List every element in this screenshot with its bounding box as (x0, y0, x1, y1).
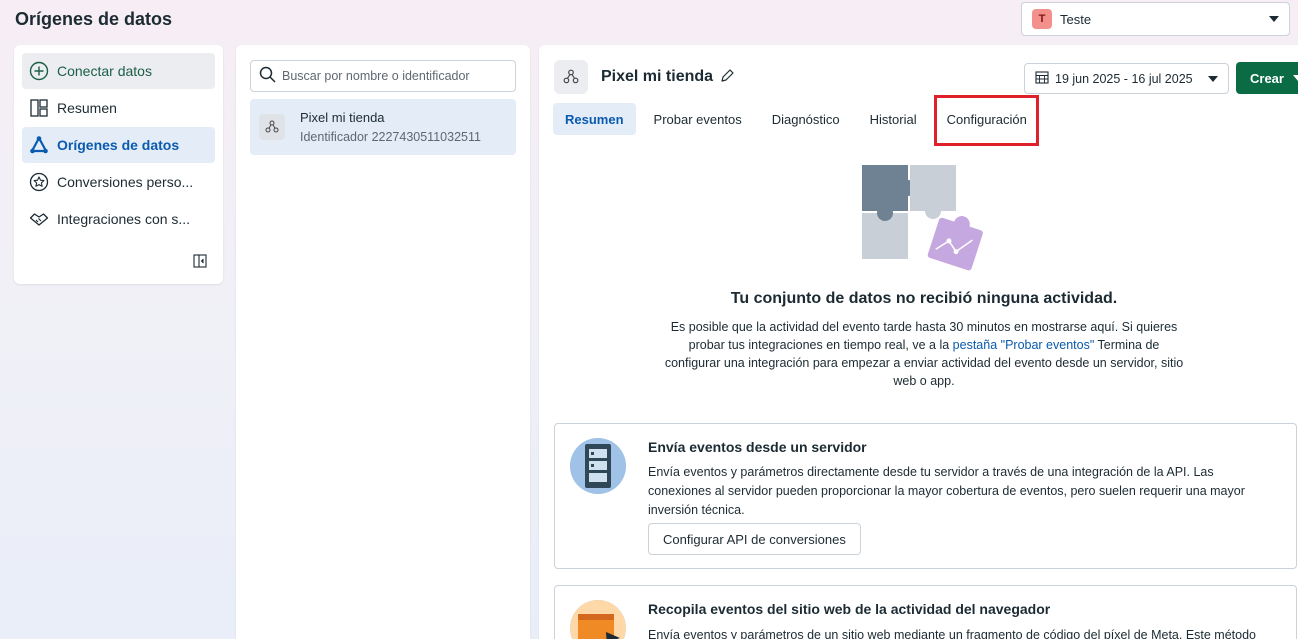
search-input[interactable] (282, 69, 507, 83)
server-icon (570, 438, 626, 494)
dataset-name: Pixel mi tienda (300, 110, 385, 125)
chevron-down-icon (1292, 75, 1298, 81)
empty-state-description: Es posible que la actividad del evento t… (664, 318, 1184, 390)
card-title: Recopila eventos del sitio web de la act… (648, 601, 1051, 617)
sidebar-item-label: Orígenes de datos (57, 137, 180, 153)
tab-diagnostics[interactable]: Diagnóstico (760, 103, 852, 135)
card-title: Envía eventos desde un servidor (648, 439, 867, 455)
card-description: Envía eventos y parámetros de un sitio w… (648, 628, 1256, 639)
highlight-annotation (934, 95, 1039, 146)
tab-history[interactable]: Historial (858, 103, 929, 135)
sidebar-item-partner-integrations[interactable]: Integraciones con s... (22, 201, 215, 237)
test-events-link[interactable]: pestaña "Probar eventos" (953, 338, 1095, 352)
sidebar-item-custom-conversions[interactable]: Conversiones perso... (22, 164, 215, 200)
configure-conversions-api-button[interactable]: Configurar API de conversiones (648, 523, 861, 555)
server-events-card: Envía eventos desde un servidor Envía ev… (554, 423, 1297, 569)
sidebar-item-connect-data[interactable]: Conectar datos (22, 53, 215, 89)
date-range-picker[interactable]: 19 jun 2025 - 16 jul 2025 (1024, 63, 1229, 94)
sidebar-item-overview[interactable]: Resumen (22, 90, 215, 126)
star-circle-icon (28, 171, 50, 193)
browser-icon (570, 600, 626, 639)
empty-state-title: Tu conjunto de datos no recibió ninguna … (730, 290, 1118, 307)
create-button[interactable]: Crear (1236, 62, 1298, 94)
puzzle-illustration (860, 163, 990, 278)
tab-test-events[interactable]: Probar eventos (642, 103, 754, 135)
data-sources-icon (28, 134, 50, 156)
collapse-sidebar-icon[interactable] (193, 254, 207, 268)
dashboard-icon (28, 97, 50, 119)
dataset-title: Pixel mi tienda (601, 68, 714, 85)
date-range-text: 19 jun 2025 - 16 jul 2025 (1055, 71, 1193, 86)
page-title: Orígenes de datos (15, 9, 173, 29)
calendar-icon (1035, 70, 1049, 87)
chevron-down-icon (1208, 75, 1218, 82)
search-icon (259, 66, 276, 86)
pixel-icon (554, 60, 588, 94)
card-description: Envía eventos y parámetros directamente … (648, 465, 1245, 517)
account-name: Teste (1060, 11, 1092, 27)
sidebar-item-data-sources[interactable]: Orígenes de datos (22, 127, 215, 163)
edit-pencil-icon[interactable] (720, 68, 736, 84)
dataset-identifier: Identificador 2227430511032511 (300, 130, 481, 144)
dataset-detail-panel: Pixel mi tienda 19 jun 2025 - 16 jul 202… (539, 45, 1298, 639)
dataset-list-panel: Pixel mi tienda Identificador 2227430511… (236, 45, 530, 639)
web-events-card: Recopila eventos del sitio web de la act… (554, 585, 1297, 639)
account-selector[interactable]: T Teste (1021, 2, 1290, 36)
chevron-down-icon (1269, 16, 1279, 22)
top-bar: Orígenes de datos T Teste (0, 0, 1298, 40)
sidebar-item-label: Resumen (57, 100, 117, 116)
add-circle-icon (28, 60, 50, 82)
sidebar: Conectar datos Resumen Orígenes de datos… (14, 45, 223, 284)
dataset-list-item[interactable]: Pixel mi tienda Identificador 2227430511… (250, 99, 516, 155)
pixel-icon (259, 114, 285, 140)
search-box[interactable] (250, 60, 516, 92)
handshake-icon (28, 208, 50, 230)
sidebar-item-label: Integraciones con s... (57, 211, 191, 227)
sidebar-item-label: Conectar datos (57, 63, 152, 79)
sidebar-item-label: Conversiones perso... (57, 174, 194, 190)
tab-overview[interactable]: Resumen (553, 103, 636, 135)
create-button-label: Crear (1250, 70, 1284, 86)
account-avatar: T (1032, 9, 1052, 29)
